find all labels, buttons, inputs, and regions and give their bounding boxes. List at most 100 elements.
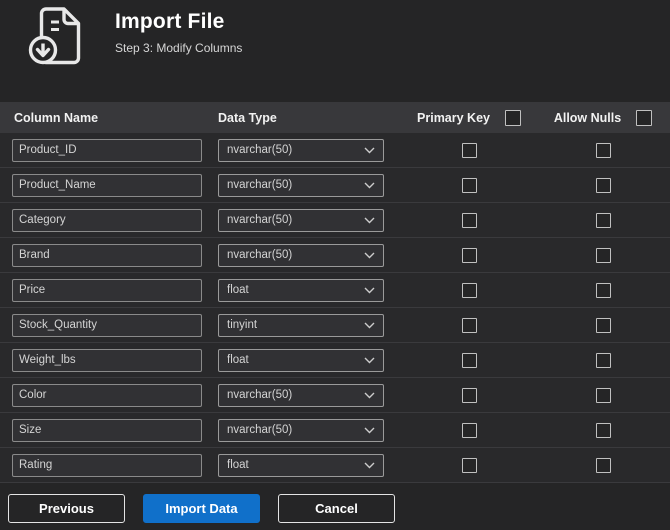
primary-key-cell xyxy=(402,212,536,228)
data-type-dropdown[interactable]: float xyxy=(218,278,384,302)
data-type-dropdown[interactable]: nvarchar(50) xyxy=(218,418,384,442)
column-name-input[interactable] xyxy=(12,243,202,267)
primary-key-checkbox[interactable] xyxy=(461,352,477,368)
primary-key-checkbox[interactable] xyxy=(461,317,477,333)
data-type-value: nvarchar(50) xyxy=(227,214,293,226)
primary-key-checkbox[interactable] xyxy=(461,387,477,403)
data-type-cell: float xyxy=(206,278,402,302)
primary-key-cell xyxy=(402,387,536,403)
data-type-dropdown[interactable]: tinyint xyxy=(218,313,384,337)
primary-key-checkbox[interactable] xyxy=(461,422,477,438)
import-data-button[interactable]: Import Data xyxy=(143,494,260,523)
import-file-icon xyxy=(25,6,91,66)
data-type-dropdown[interactable]: nvarchar(50) xyxy=(218,173,384,197)
column-name-input[interactable] xyxy=(12,383,202,407)
previous-button[interactable]: Previous xyxy=(8,494,125,523)
allow-nulls-checkbox[interactable] xyxy=(595,212,611,228)
data-type-dropdown[interactable]: nvarchar(50) xyxy=(218,243,384,267)
column-name-input[interactable] xyxy=(12,313,202,337)
data-type-value: nvarchar(50) xyxy=(227,179,293,191)
chevron-down-icon xyxy=(364,427,375,434)
column-name-input[interactable] xyxy=(12,453,202,477)
allow-nulls-checkbox[interactable] xyxy=(595,142,611,158)
table-row: nvarchar(50) xyxy=(0,238,670,273)
table-row: float xyxy=(0,343,670,378)
col-header-allow-nulls: Allow Nulls xyxy=(536,109,670,126)
chevron-down-icon xyxy=(364,217,375,224)
column-name-cell xyxy=(0,173,206,197)
chevron-down-icon xyxy=(364,357,375,364)
table-row: nvarchar(50) xyxy=(0,378,670,413)
data-type-dropdown[interactable]: float xyxy=(218,453,384,477)
table-row: tinyint xyxy=(0,308,670,343)
dialog-header: Import File Step 3: Modify Columns xyxy=(0,0,670,102)
data-type-cell: tinyint xyxy=(206,313,402,337)
chevron-down-icon xyxy=(364,182,375,189)
chevron-down-icon xyxy=(364,392,375,399)
column-name-cell xyxy=(0,453,206,477)
data-type-dropdown[interactable]: nvarchar(50) xyxy=(218,208,384,232)
allow-nulls-cell xyxy=(536,142,670,158)
primary-key-select-all-checkbox[interactable] xyxy=(504,109,521,126)
data-type-cell: nvarchar(50) xyxy=(206,418,402,442)
data-type-value: float xyxy=(227,354,249,366)
primary-key-cell xyxy=(402,177,536,193)
primary-key-checkbox[interactable] xyxy=(461,247,477,263)
column-name-cell xyxy=(0,313,206,337)
data-type-cell: float xyxy=(206,453,402,477)
footer-buttons: Previous Import Data Cancel xyxy=(8,494,395,523)
chevron-down-icon xyxy=(364,252,375,259)
column-name-cell xyxy=(0,278,206,302)
allow-nulls-checkbox[interactable] xyxy=(595,387,611,403)
allow-nulls-checkbox[interactable] xyxy=(595,177,611,193)
allow-nulls-checkbox[interactable] xyxy=(595,282,611,298)
column-name-cell xyxy=(0,348,206,372)
cancel-button[interactable]: Cancel xyxy=(278,494,395,523)
import-file-dialog: Import File Step 3: Modify Columns Colum… xyxy=(0,0,670,530)
col-header-primary-key: Primary Key xyxy=(402,109,536,126)
data-type-cell: float xyxy=(206,348,402,372)
allow-nulls-checkbox[interactable] xyxy=(595,422,611,438)
chevron-down-icon xyxy=(364,322,375,329)
primary-key-checkbox[interactable] xyxy=(461,212,477,228)
column-name-input[interactable] xyxy=(12,138,202,162)
allow-nulls-checkbox[interactable] xyxy=(595,317,611,333)
column-name-cell xyxy=(0,418,206,442)
column-name-input[interactable] xyxy=(12,278,202,302)
primary-key-header-label: Primary Key xyxy=(417,110,490,125)
step-subtitle: Step 3: Modify Columns xyxy=(115,41,243,55)
columns-table: Column Name Data Type Primary Key Allow … xyxy=(0,102,670,483)
column-name-input[interactable] xyxy=(12,173,202,197)
allow-nulls-checkbox[interactable] xyxy=(595,247,611,263)
allow-nulls-cell xyxy=(536,247,670,263)
data-type-value: float xyxy=(227,284,249,296)
data-type-dropdown[interactable]: float xyxy=(218,348,384,372)
primary-key-checkbox[interactable] xyxy=(461,457,477,473)
chevron-down-icon xyxy=(364,287,375,294)
primary-key-cell xyxy=(402,282,536,298)
allow-nulls-checkbox[interactable] xyxy=(595,352,611,368)
primary-key-checkbox[interactable] xyxy=(461,282,477,298)
allow-nulls-cell xyxy=(536,177,670,193)
allow-nulls-cell xyxy=(536,422,670,438)
column-name-cell xyxy=(0,243,206,267)
data-type-value: nvarchar(50) xyxy=(227,249,293,261)
data-type-value: float xyxy=(227,459,249,471)
col-header-column-name: Column Name xyxy=(14,110,99,125)
table-row: nvarchar(50) xyxy=(0,413,670,448)
primary-key-cell xyxy=(402,247,536,263)
data-type-dropdown[interactable]: nvarchar(50) xyxy=(218,138,384,162)
column-name-cell xyxy=(0,383,206,407)
data-type-value: nvarchar(50) xyxy=(227,389,293,401)
table-row: nvarchar(50) xyxy=(0,203,670,238)
allow-nulls-checkbox[interactable] xyxy=(595,457,611,473)
column-name-input[interactable] xyxy=(12,208,202,232)
primary-key-checkbox[interactable] xyxy=(461,142,477,158)
primary-key-checkbox[interactable] xyxy=(461,177,477,193)
allow-nulls-header-label: Allow Nulls xyxy=(553,110,622,125)
column-name-input[interactable] xyxy=(12,418,202,442)
data-type-dropdown[interactable]: nvarchar(50) xyxy=(218,383,384,407)
data-type-value: nvarchar(50) xyxy=(227,424,293,436)
column-name-input[interactable] xyxy=(12,348,202,372)
allow-nulls-select-all-checkbox[interactable] xyxy=(636,109,653,126)
